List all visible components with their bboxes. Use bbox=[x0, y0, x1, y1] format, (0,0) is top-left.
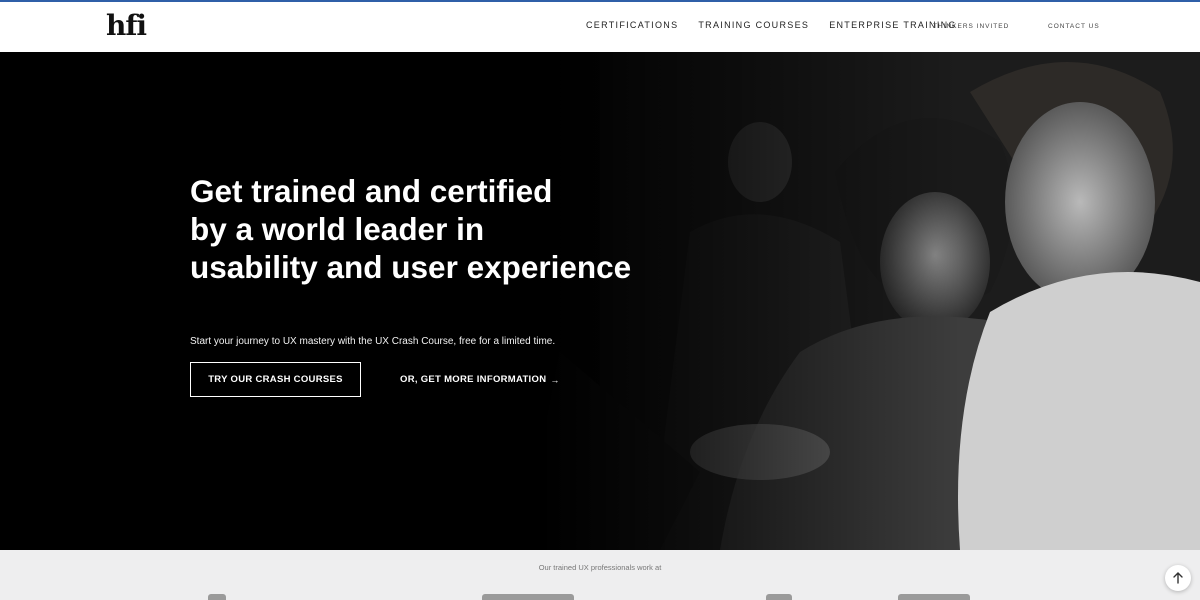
nav-training-courses[interactable]: TRAINING COURSES bbox=[698, 20, 809, 30]
hero-title-line: by a world leader in bbox=[190, 211, 485, 247]
site-header: hfi CERTIFICATIONS TRAINING COURSES ENTE… bbox=[0, 2, 1200, 52]
main-nav: CERTIFICATIONS TRAINING COURSES ENTERPRI… bbox=[586, 20, 957, 30]
client-logo bbox=[208, 594, 226, 600]
more-information-link[interactable]: OR, GET MORE INFORMATION → bbox=[400, 374, 560, 385]
hfi-logo[interactable]: hfi bbox=[106, 9, 147, 43]
hero-title-line: usability and user experience bbox=[190, 249, 632, 285]
client-logo bbox=[898, 594, 970, 600]
arrow-up-icon bbox=[1173, 572, 1183, 584]
try-crash-courses-button[interactable]: TRY OUR CRASH COURSES bbox=[190, 362, 361, 397]
hero-photo bbox=[0, 52, 1200, 550]
arrow-right-icon: → bbox=[550, 374, 560, 385]
nav-certifications[interactable]: CERTIFICATIONS bbox=[586, 20, 678, 30]
hero-subtitle: Start your journey to UX mastery with th… bbox=[190, 336, 556, 347]
hero-title-line: Get trained and certified bbox=[190, 173, 553, 209]
client-logo bbox=[482, 594, 574, 600]
clients-strip: Our trained UX professionals work at bbox=[0, 550, 1200, 600]
hero-title: Get trained and certified by a world lea… bbox=[190, 172, 710, 286]
more-information-label: OR, GET MORE INFORMATION bbox=[400, 374, 547, 385]
nav-contact-us[interactable]: CONTACT US bbox=[1048, 23, 1100, 30]
client-logo bbox=[766, 594, 792, 600]
hero-section: Get trained and certified by a world lea… bbox=[0, 52, 1200, 550]
scroll-to-top-button[interactable] bbox=[1165, 565, 1191, 591]
clients-caption: Our trained UX professionals work at bbox=[538, 563, 662, 572]
nav-thinkers-invited[interactable]: THINKERS INVITED bbox=[933, 23, 1009, 30]
